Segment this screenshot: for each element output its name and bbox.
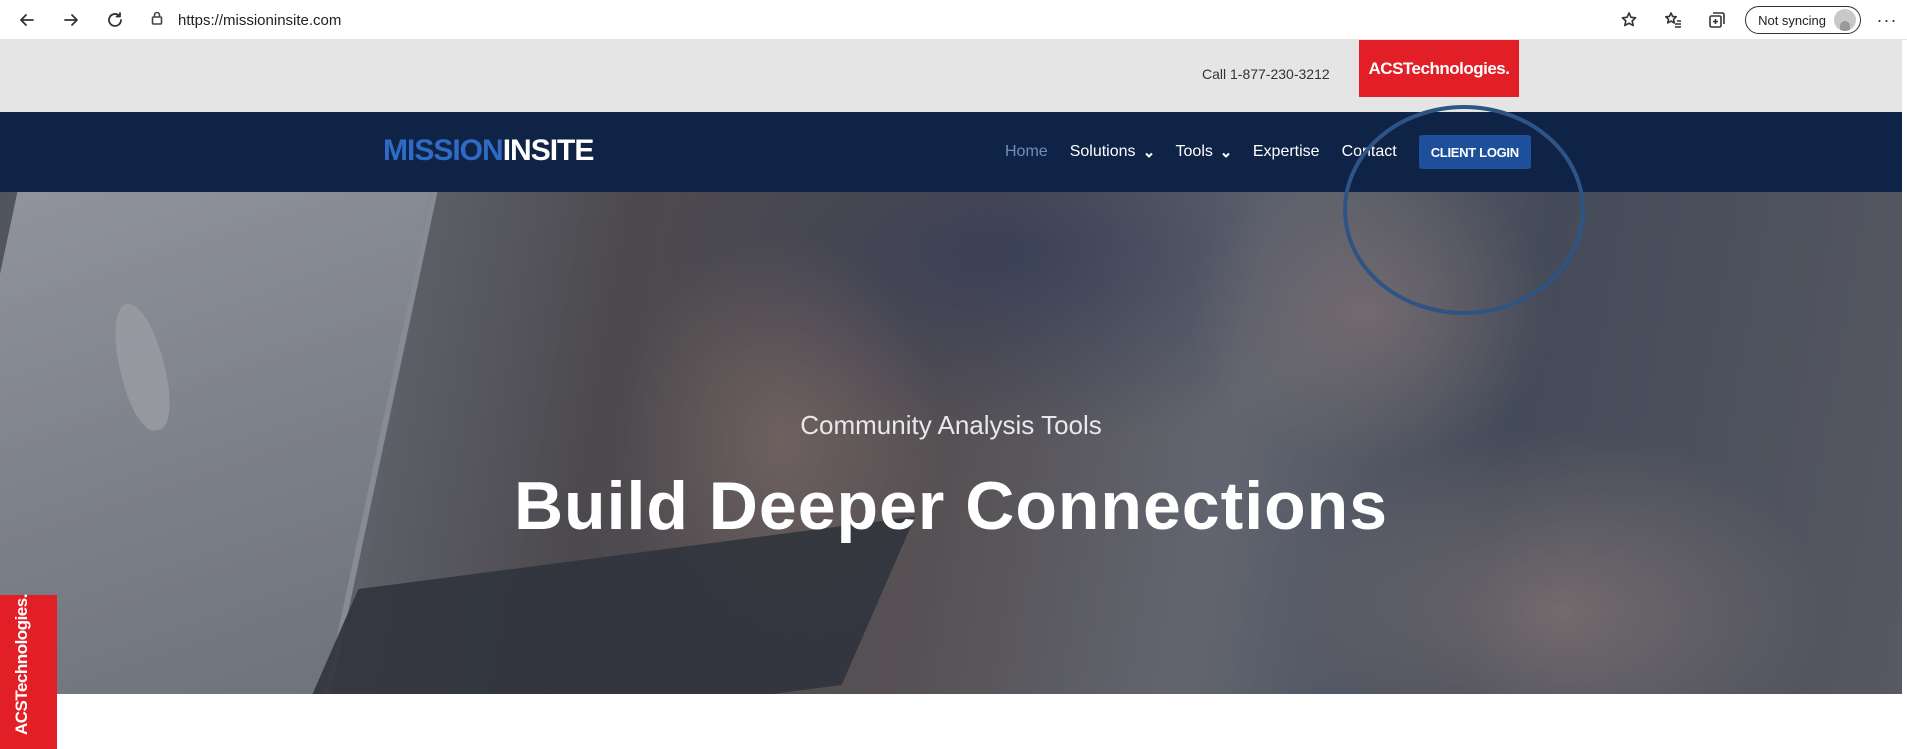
acs-logo: ACSTechnologies. (1368, 58, 1510, 78)
web-page: Call 1-877-230-3212 ACSTechnologies. MIS… (0, 40, 1907, 749)
client-login-button[interactable]: CLIENT LOGIN (1418, 135, 1531, 169)
arrow-left-icon (20, 13, 34, 26)
collections-icon (1709, 12, 1725, 28)
sync-status-label: Not syncing (1758, 12, 1826, 28)
url-text[interactable]: https://missioninsite.com (178, 12, 341, 29)
nav-home[interactable]: Home (1005, 143, 1048, 161)
more-menu-button[interactable]: ··· (1867, 10, 1907, 31)
utility-bar: Call 1-877-230-3212 ACSTechnologies. (0, 40, 1902, 112)
hero-title: Build Deeper Connections (513, 468, 1389, 544)
nav-solutions[interactable]: Solutions (1070, 143, 1154, 161)
arrow-right-icon (64, 13, 78, 26)
lock-icon (150, 11, 164, 30)
chevron-down-icon (1144, 147, 1154, 158)
back-button[interactable] (5, 0, 49, 40)
nav-tools-label: Tools (1175, 143, 1213, 160)
favorites-list-icon (1665, 12, 1682, 28)
favorites-button[interactable] (1651, 0, 1695, 40)
add-favorite-button[interactable] (1607, 0, 1651, 40)
hero-banner: Community Analysis Tools Build Deeper Co… (0, 192, 1902, 694)
acs-logo-link[interactable]: ACSTechnologies. (1359, 40, 1519, 97)
logo-part-insite: INSITE (502, 134, 595, 167)
nav-tools[interactable]: Tools (1176, 143, 1231, 161)
hero-subtitle: Community Analysis Tools (800, 410, 1102, 440)
refresh-icon (108, 11, 122, 27)
sync-status-button[interactable]: Not syncing (1745, 6, 1861, 34)
main-navbar: MISSIONINSITE Home Solutions Tools Exper… (0, 112, 1902, 192)
collections-button[interactable] (1695, 0, 1739, 40)
logo-part-mission: MISSION (383, 134, 504, 167)
acs-side-badge[interactable]: ACSTechnologies. (0, 594, 57, 749)
nav-expertise[interactable]: Expertise (1253, 143, 1320, 161)
phone-link[interactable]: Call 1-877-230-3212 (1202, 66, 1330, 82)
acs-side-logo: ACSTechnologies. (12, 594, 31, 735)
nav-solutions-label: Solutions (1069, 143, 1136, 160)
nav-contact[interactable]: Contact (1342, 143, 1397, 161)
forward-button[interactable] (49, 0, 93, 40)
star-plus-icon (1621, 12, 1637, 27)
avatar (1834, 9, 1856, 31)
hero-overlay (0, 192, 1902, 694)
missioninsite-logo[interactable]: MISSIONINSITE (383, 134, 595, 168)
primary-nav: Home Solutions Tools Expertise Contact C… (1005, 112, 1531, 192)
browser-toolbar: https://missioninsite.com Not syncing ··… (0, 0, 1907, 40)
address-bar[interactable]: https://missioninsite.com (150, 8, 341, 32)
refresh-button[interactable] (93, 0, 137, 40)
chevron-down-icon (1221, 147, 1231, 158)
